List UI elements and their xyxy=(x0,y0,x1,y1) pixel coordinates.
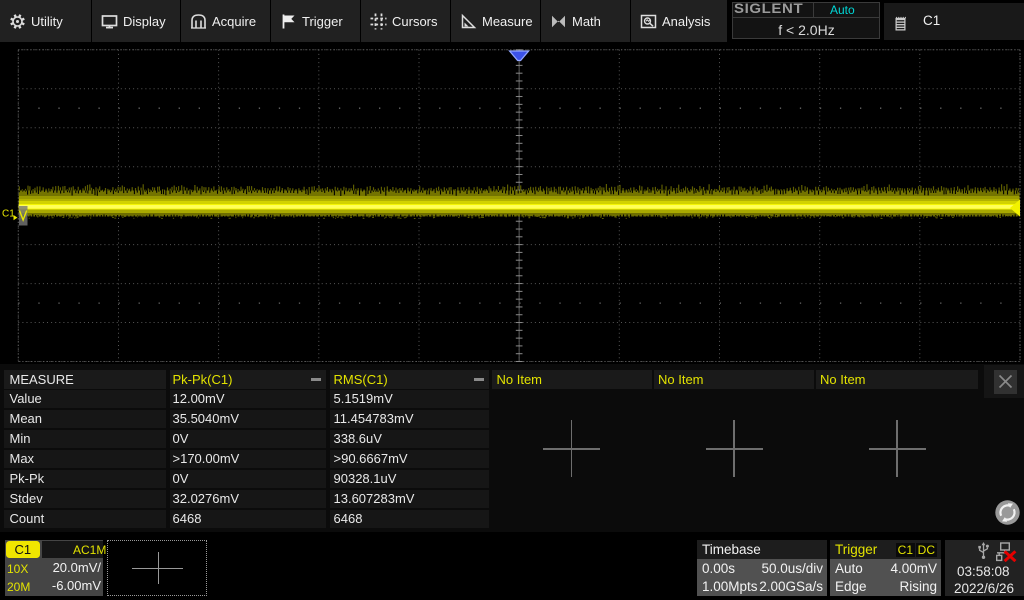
svg-text:C1: C1 xyxy=(2,209,15,220)
